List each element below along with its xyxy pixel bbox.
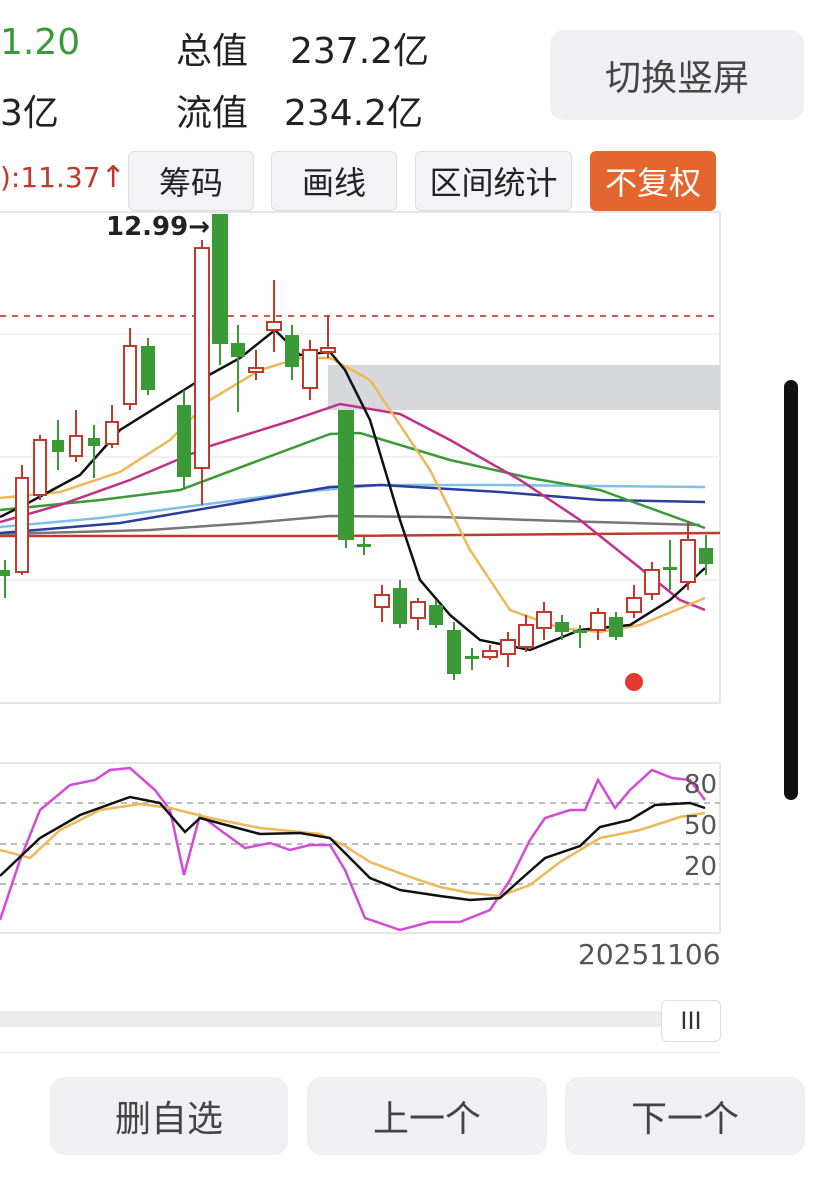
candle <box>500 639 516 655</box>
high-price-label: 12.99→ <box>106 212 210 242</box>
kdj-k-line <box>0 766 706 932</box>
candle <box>429 605 443 625</box>
candle <box>393 588 407 624</box>
candle <box>141 346 155 390</box>
candle <box>285 335 299 367</box>
candle <box>609 617 623 637</box>
candle <box>177 405 191 477</box>
candle <box>302 349 318 389</box>
candle <box>248 367 264 373</box>
candle <box>231 343 245 357</box>
candle <box>573 630 587 633</box>
candle <box>644 569 660 595</box>
range-scroller-track[interactable] <box>0 1011 700 1027</box>
candle <box>338 410 354 540</box>
range-scroller-handle[interactable]: III <box>661 1000 721 1042</box>
candle <box>699 548 713 564</box>
candle <box>465 656 479 659</box>
candle <box>357 544 371 547</box>
candle <box>590 612 606 631</box>
candle <box>123 345 137 405</box>
level-80-label: 80 <box>684 770 718 800</box>
candles <box>0 214 713 680</box>
candle <box>447 630 461 674</box>
candle <box>69 435 83 457</box>
divider <box>0 1052 720 1053</box>
candle <box>555 622 569 632</box>
candle <box>105 421 119 445</box>
candle <box>88 438 100 446</box>
candle <box>680 539 696 583</box>
previous-button[interactable]: 上一个 <box>307 1077 547 1155</box>
candle <box>15 477 29 573</box>
candle <box>663 567 677 570</box>
candle <box>518 624 534 648</box>
right-arrow-icon: → <box>188 212 211 242</box>
candle <box>374 594 390 608</box>
candle <box>266 321 282 331</box>
candle <box>0 570 10 576</box>
signal-dot <box>625 673 643 691</box>
high-price-value: 12.99 <box>106 212 189 242</box>
remove-watchlist-button[interactable]: 删自选 <box>50 1077 288 1155</box>
candle <box>320 347 336 353</box>
candle <box>626 597 642 613</box>
next-button[interactable]: 下一个 <box>565 1077 805 1155</box>
candle <box>52 440 64 452</box>
level-50-label: 50 <box>684 811 718 841</box>
page-scrollbar[interactable] <box>784 380 798 800</box>
candle <box>482 650 498 658</box>
candle <box>33 439 47 496</box>
level-20-label: 20 <box>684 852 718 882</box>
kdj-d-line <box>0 802 706 898</box>
ma-line-red <box>0 531 721 538</box>
date-label: 20251106 <box>578 938 721 971</box>
candle <box>536 611 552 629</box>
candle <box>194 247 210 469</box>
candle <box>410 601 426 619</box>
candle <box>212 214 228 344</box>
